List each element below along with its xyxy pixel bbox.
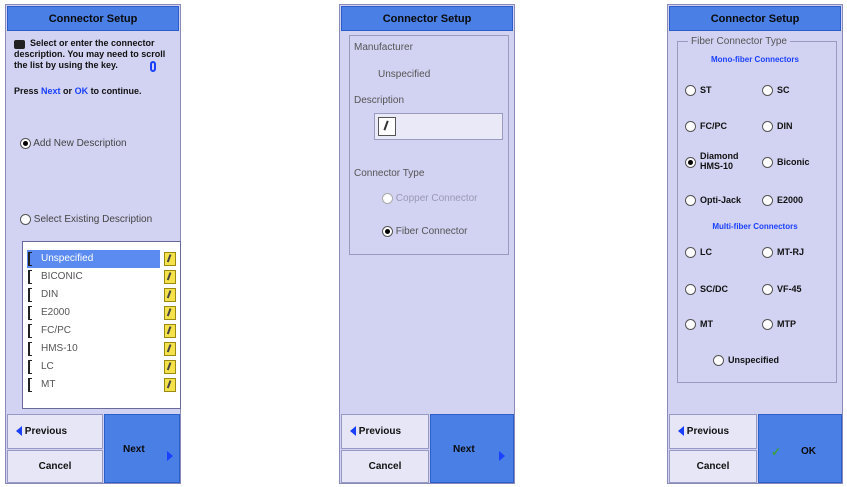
arrow-left-icon (16, 426, 22, 437)
edit-icon[interactable] (164, 342, 176, 356)
next-label: Next (123, 444, 145, 455)
ok-button[interactable]: ✓ OK (758, 414, 842, 483)
list-item[interactable]: MT (27, 376, 176, 394)
next-label: Next (453, 444, 475, 455)
press-suffix: to continue. (88, 86, 142, 96)
connector-setup-panel-1: Connector Setup Select or enter the conn… (5, 4, 181, 484)
panel-title: Connector Setup (341, 6, 513, 31)
press-prefix: Press (14, 86, 42, 96)
next-button[interactable]: Next (430, 414, 514, 483)
manufacturer-label: Manufacturer (354, 42, 413, 53)
select-existing-radio[interactable] (20, 214, 31, 225)
option-mtp[interactable]: MTP (762, 319, 796, 331)
option-diamond-hms-10[interactable]: Diamond HMS-10 (685, 151, 742, 171)
option-mt-rj[interactable]: MT-RJ (762, 247, 804, 259)
option-mt[interactable]: MT (685, 319, 713, 331)
option-biconic[interactable]: Biconic (762, 157, 810, 169)
previous-button[interactable]: Previous (669, 414, 757, 449)
next-button[interactable]: Next (104, 414, 180, 483)
select-existing-option[interactable]: Select Existing Description (20, 214, 152, 225)
copper-connector-option[interactable]: Copper Connector (382, 193, 478, 204)
description-field[interactable] (374, 113, 503, 140)
option-din[interactable]: DIN (762, 121, 793, 133)
arrow-right-icon (167, 451, 173, 461)
option-sc-dc[interactable]: SC/DC (685, 284, 728, 296)
option-fc-pc[interactable]: FC/PC (685, 121, 727, 133)
scroll-key-icon (150, 61, 156, 72)
multi-fiber-header: Multi-fiber Connectors (712, 222, 798, 231)
add-new-radio[interactable] (20, 138, 31, 149)
previous-label: Previous (24, 426, 68, 437)
continue-text: Press Next or OK to continue. (14, 86, 176, 96)
previous-button[interactable]: Previous (7, 414, 103, 449)
previous-label: Previous (358, 426, 402, 437)
option-st[interactable]: ST (685, 85, 712, 97)
connector-setup-panel-3: Connector Setup Fiber Connector Type Mon… (667, 4, 843, 484)
fiber-radio[interactable] (382, 226, 393, 237)
option-opti-jack[interactable]: Opti-Jack (685, 195, 741, 207)
manufacturer-value[interactable]: Unspecified (378, 69, 430, 80)
fiber-label: Fiber Connector (395, 226, 468, 238)
edit-icon[interactable] (164, 288, 176, 302)
copper-label: Copper Connector (395, 193, 478, 205)
cancel-button[interactable]: Cancel (7, 450, 103, 483)
press-or: or (60, 86, 75, 96)
edit-icon[interactable] (378, 117, 396, 136)
copper-radio[interactable] (382, 193, 393, 204)
press-next-word: Next (41, 86, 61, 96)
option-unspecified[interactable]: Unspecified (713, 355, 779, 367)
select-existing-label: Select Existing Description (33, 214, 153, 226)
edit-icon[interactable] (164, 360, 176, 374)
list-item[interactable]: HMS-10 (27, 340, 176, 358)
cancel-button[interactable]: Cancel (669, 450, 757, 483)
list-item[interactable]: Unspecified (27, 250, 176, 268)
connector-type-label: Connector Type (354, 168, 425, 179)
option-lc[interactable]: LC (685, 247, 712, 259)
add-new-label: Add New Description (33, 138, 127, 150)
ok-label: OK (801, 446, 816, 457)
arrow-right-icon (499, 451, 505, 461)
mono-fiber-header: Mono-fiber Connectors (711, 55, 799, 64)
description-label: Description (354, 95, 405, 106)
add-new-description-option[interactable]: Add New Description (20, 138, 127, 149)
fiber-connector-option[interactable]: Fiber Connector (382, 226, 467, 237)
panel-title: Connector Setup (669, 6, 841, 31)
checkmark-icon: ✓ (771, 445, 782, 459)
connector-setup-panel-2: Connector Setup Manufacturer Unspecified… (339, 4, 515, 484)
option-sc[interactable]: SC (762, 85, 790, 97)
description-listbox[interactable]: Unspecified BICONIC DIN E2000 FC/PC HMS-… (22, 241, 181, 409)
details-group (349, 35, 509, 255)
cancel-label: Cancel (368, 461, 402, 472)
cancel-button[interactable]: Cancel (341, 450, 429, 483)
option-vf-45[interactable]: VF-45 (762, 284, 802, 296)
list-item[interactable]: E2000 (27, 304, 176, 322)
edit-icon[interactable] (164, 252, 176, 266)
list-item[interactable]: LC (27, 358, 176, 376)
edit-icon[interactable] (164, 324, 176, 338)
edit-icon[interactable] (164, 306, 176, 320)
edit-icon[interactable] (164, 378, 176, 392)
edit-icon[interactable] (164, 270, 176, 284)
previous-label: Previous (686, 426, 730, 437)
list-item[interactable]: BICONIC (27, 268, 176, 286)
option-e2000[interactable]: E2000 (762, 195, 803, 207)
arrow-left-icon (678, 426, 684, 437)
press-ok-word: OK (74, 86, 89, 96)
list-item[interactable]: FC/PC (27, 322, 176, 340)
panel-title: Connector Setup (7, 6, 179, 31)
previous-button[interactable]: Previous (341, 414, 429, 449)
cancel-label: Cancel (696, 461, 730, 472)
group-label: Fiber Connector Type (688, 36, 790, 47)
list-item[interactable]: DIN (27, 286, 176, 304)
arrow-left-icon (350, 426, 356, 437)
cancel-label: Cancel (38, 461, 72, 472)
